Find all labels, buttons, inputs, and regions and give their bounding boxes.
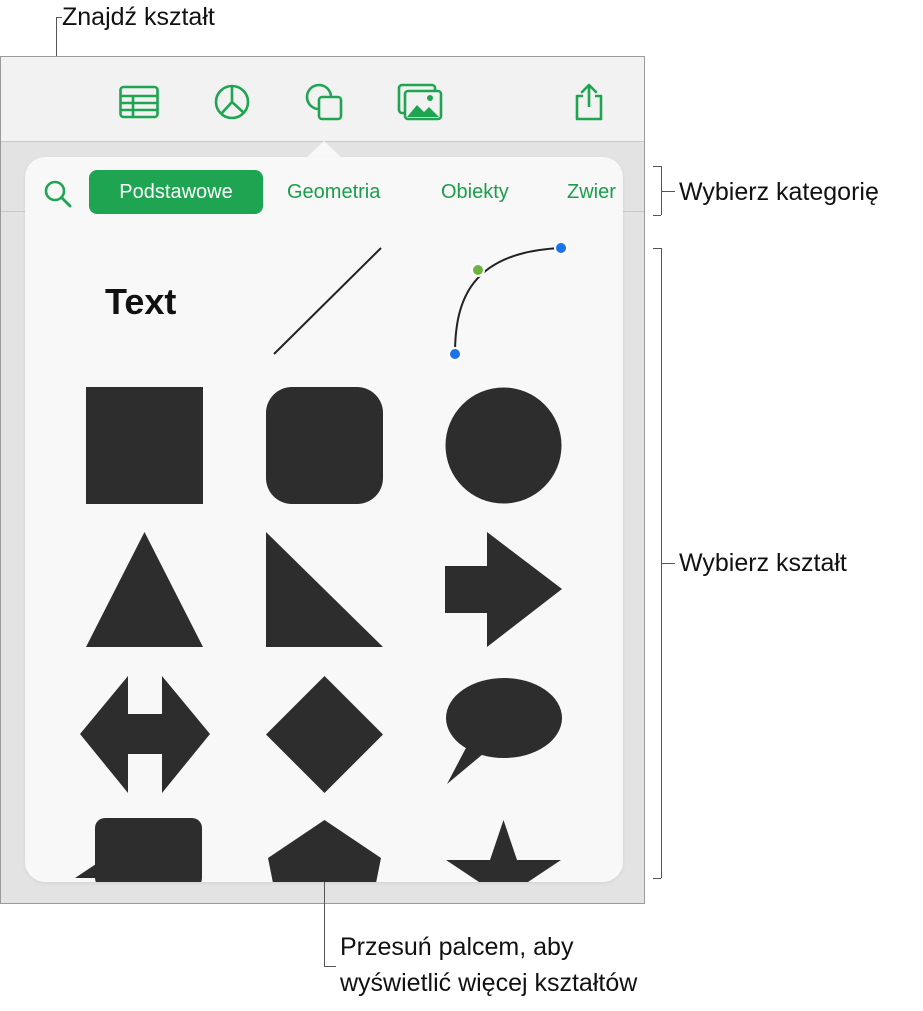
category-bracket-bottom — [653, 215, 661, 216]
shape-text[interactable]: Text — [105, 282, 176, 322]
insert-media-button[interactable] — [395, 77, 445, 127]
tab-obiekty[interactable]: Obiekty — [441, 170, 509, 214]
insert-shape-button[interactable] — [299, 77, 349, 127]
shape-circle[interactable] — [445, 387, 562, 504]
search-icon — [44, 180, 72, 208]
shape-triangle[interactable] — [86, 532, 203, 647]
category-tabs: Podstawowe Geometria Obiekty Zwier — [89, 170, 623, 214]
category-bracket-tick — [661, 191, 675, 192]
callout-swipe-leader — [324, 882, 325, 966]
table-icon — [119, 85, 159, 119]
share-icon — [575, 83, 603, 121]
callout-swipe-line1: Przesuń palcem, aby — [340, 933, 574, 961]
shape-speech-bubble[interactable] — [445, 678, 563, 786]
callout-choose-shape: Wybierz kształt — [679, 549, 847, 577]
popover-arrow — [306, 141, 342, 158]
shape-diamond[interactable] — [266, 676, 383, 793]
callout-swipe-line2: wyświetlić więcej kształtów — [340, 969, 638, 997]
shape-icon — [305, 83, 343, 121]
shape-bracket-top — [653, 248, 661, 249]
shape-square[interactable] — [86, 387, 203, 504]
insert-chart-button[interactable] — [207, 77, 257, 127]
shape-right-triangle[interactable] — [266, 532, 383, 647]
media-icon — [397, 83, 443, 121]
tab-zwierzeta[interactable]: Zwier — [567, 170, 616, 214]
shape-pentagon[interactable] — [266, 818, 383, 882]
shape-line[interactable] — [270, 244, 385, 356]
callout-swipe-leader-horizontal — [324, 966, 336, 967]
shape-curve[interactable] — [443, 240, 573, 366]
share-button[interactable] — [564, 77, 614, 127]
callout-find-shape: Znajdź kształt — [62, 3, 215, 31]
tab-podstawowe[interactable]: Podstawowe — [89, 170, 263, 214]
shape-double-arrow[interactable] — [80, 676, 210, 793]
shape-star[interactable] — [445, 818, 562, 882]
shapes-grid: Text — [25, 230, 623, 882]
category-bracket-top — [653, 166, 661, 167]
shape-bracket-tick — [661, 563, 675, 564]
search-shapes-button[interactable] — [42, 178, 74, 210]
shape-bracket-bottom — [653, 878, 661, 879]
insert-table-button[interactable] — [114, 77, 164, 127]
shape-arrow[interactable] — [445, 532, 562, 647]
tab-geometria[interactable]: Geometria — [287, 170, 380, 214]
shape-callout-rectangle[interactable] — [75, 818, 205, 882]
chart-icon — [214, 84, 250, 120]
callout-choose-category: Wybierz kategorię — [679, 178, 879, 206]
shape-rounded-square[interactable] — [266, 387, 383, 504]
